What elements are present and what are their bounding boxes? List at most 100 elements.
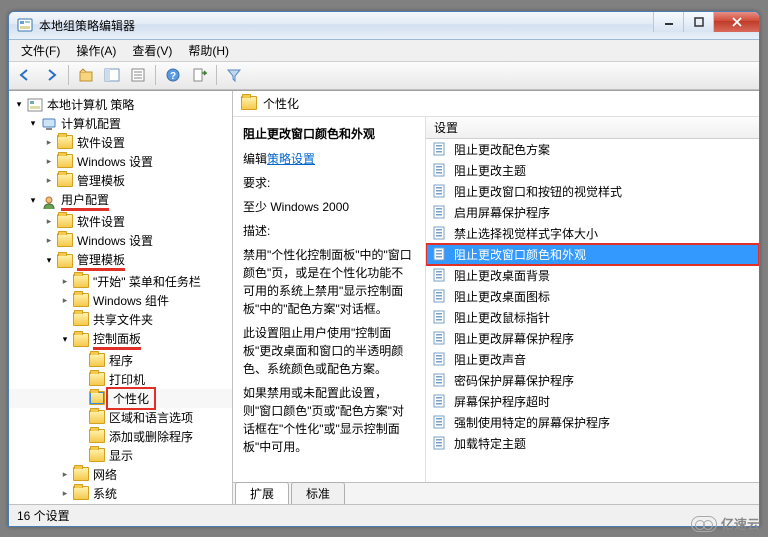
tree-admin-templates[interactable]: 管理模板 (9, 250, 232, 272)
policy-list[interactable]: 阻止更改配色方案阻止更改主题阻止更改窗口和按钮的视觉样式启用屏幕保护程序禁止选择… (426, 139, 759, 482)
list-item-label: 强制使用特定的屏幕保护程序 (454, 414, 610, 431)
breadcrumb: 个性化 (233, 91, 759, 117)
tree-computer-config[interactable]: 计算机配置 (9, 114, 232, 133)
tree-item[interactable]: 添加或删除程序 (9, 427, 232, 446)
folder-icon (57, 214, 73, 228)
user-icon (41, 194, 57, 208)
tree-item[interactable]: 软件设置 (9, 212, 232, 231)
list-item[interactable]: 阻止更改屏幕保护程序 (426, 328, 759, 349)
menu-action[interactable]: 操作(A) (68, 40, 124, 61)
tree-item[interactable]: "开始" 菜单和任务栏 (9, 272, 232, 291)
tree-label: Windows 设置 (77, 153, 153, 170)
list-item[interactable]: 阻止更改桌面背景 (426, 265, 759, 286)
tab-extended[interactable]: 扩展 (235, 482, 289, 504)
requirements-value: 至少 Windows 2000 (243, 198, 415, 216)
tree-root[interactable]: 本地计算机 策略 (9, 95, 232, 114)
list-item[interactable]: 强制使用特定的屏幕保护程序 (426, 412, 759, 433)
list-item-label: 启用屏幕保护程序 (454, 204, 550, 221)
details-pane: 个性化 阻止更改窗口颜色和外观 编辑策略设置 要求: 至少 Windows 20… (233, 91, 759, 504)
list-item[interactable]: 阻止更改桌面图标 (426, 286, 759, 307)
tree-label: 软件设置 (77, 213, 125, 230)
window-controls (653, 12, 759, 32)
edit-policy-link[interactable]: 策略设置 (267, 152, 315, 166)
minimize-button[interactable] (653, 12, 683, 32)
tree-item[interactable]: 打印机 (9, 370, 232, 389)
list-item[interactable]: 加载特定主题 (426, 433, 759, 454)
tree-item[interactable]: 程序 (9, 351, 232, 370)
folder-icon (57, 173, 73, 187)
tree-label: 区域和语言选项 (109, 409, 193, 426)
tree-label: Windows 组件 (93, 292, 169, 309)
svg-text:?: ? (170, 71, 176, 82)
menu-help[interactable]: 帮助(H) (180, 40, 237, 61)
tree-item[interactable]: 管理模板 (9, 171, 232, 190)
policy-setting-icon (432, 330, 448, 346)
tree-item[interactable]: 网络 (9, 465, 232, 484)
filter-button[interactable] (222, 63, 246, 87)
policy-setting-icon (432, 162, 448, 178)
list-item[interactable]: 阻止更改鼠标指针 (426, 307, 759, 328)
list-item[interactable]: 启用屏幕保护程序 (426, 202, 759, 223)
navigation-tree[interactable]: 本地计算机 策略 计算机配置 软件设置 Windows 设置 管理模板 用户配置… (9, 91, 233, 504)
menu-file[interactable]: 文件(F) (13, 40, 68, 61)
tree-item[interactable]: Windows 组件 (9, 291, 232, 310)
folder-icon (89, 372, 105, 386)
list-item[interactable]: 阻止更改窗口颜色和外观 (426, 244, 759, 265)
list-item[interactable]: 禁止选择视觉样式字体大小 (426, 223, 759, 244)
up-button[interactable] (74, 63, 98, 87)
tree-user-config[interactable]: 用户配置 (9, 190, 232, 212)
policy-setting-icon (432, 309, 448, 325)
tree-item[interactable]: 软件设置 (9, 133, 232, 152)
close-button[interactable] (713, 12, 759, 32)
list-item[interactable]: 密码保护屏幕保护程序 (426, 370, 759, 391)
list-item-label: 阻止更改屏幕保护程序 (454, 330, 574, 347)
folder-icon (89, 391, 105, 405)
tree-label: 本地计算机 策略 (47, 96, 134, 113)
forward-button[interactable] (39, 63, 63, 87)
tree-label: 用户配置 (61, 191, 109, 211)
tree-item[interactable]: 区域和语言选项 (9, 408, 232, 427)
titlebar[interactable]: 本地组策略编辑器 (9, 12, 759, 40)
list-item[interactable]: 屏幕保护程序超时 (426, 391, 759, 412)
list-column-header[interactable]: 设置 (426, 117, 759, 139)
menubar: 文件(F) 操作(A) 查看(V) 帮助(H) (9, 40, 759, 62)
folder-icon (73, 312, 89, 326)
view-tabs: 扩展 标准 (233, 482, 759, 504)
description-p1: 禁用"个性化控制面板"中的"窗口颜色"页，或是在个性化功能不可用的系统上禁用"显… (243, 246, 415, 318)
export-button[interactable] (187, 63, 211, 87)
tree-label: 计算机配置 (61, 115, 121, 132)
maximize-button[interactable] (683, 12, 713, 32)
content-area: 本地计算机 策略 计算机配置 软件设置 Windows 设置 管理模板 用户配置… (9, 90, 759, 504)
folder-icon (73, 274, 89, 288)
tree-item[interactable]: Windows 设置 (9, 152, 232, 171)
folder-icon (73, 467, 89, 481)
policy-description-panel: 阻止更改窗口颜色和外观 编辑策略设置 要求: 至少 Windows 2000 描… (233, 117, 425, 482)
list-item[interactable]: 阻止更改声音 (426, 349, 759, 370)
back-button[interactable] (13, 63, 37, 87)
properties-button[interactable] (126, 63, 150, 87)
folder-icon (89, 448, 105, 462)
list-item-label: 阻止更改鼠标指针 (454, 309, 550, 326)
list-item[interactable]: 阻止更改窗口和按钮的视觉样式 (426, 181, 759, 202)
list-item[interactable]: 阻止更改主题 (426, 160, 759, 181)
tree-label: 添加或删除程序 (109, 428, 193, 445)
help-button[interactable]: ? (161, 63, 185, 87)
folder-icon (57, 254, 73, 268)
tree-label: 打印机 (109, 371, 145, 388)
show-tree-button[interactable] (100, 63, 124, 87)
policy-setting-icon (432, 288, 448, 304)
tree-item[interactable]: Windows 设置 (9, 231, 232, 250)
computer-icon (41, 116, 57, 130)
list-item-label: 阻止更改桌面图标 (454, 288, 550, 305)
list-item-label: 阻止更改配色方案 (454, 141, 550, 158)
folder-icon (57, 154, 73, 168)
tree-label: 管理模板 (77, 251, 125, 271)
tree-personalization[interactable]: 个性化 (9, 389, 232, 408)
tree-item[interactable]: 共享文件夹 (9, 310, 232, 329)
tree-control-panel[interactable]: 控制面板 (9, 329, 232, 351)
menu-view[interactable]: 查看(V) (124, 40, 180, 61)
tree-item[interactable]: 系统 (9, 484, 232, 503)
list-item[interactable]: 阻止更改配色方案 (426, 139, 759, 160)
tab-standard[interactable]: 标准 (291, 482, 345, 504)
tree-item[interactable]: 显示 (9, 446, 232, 465)
